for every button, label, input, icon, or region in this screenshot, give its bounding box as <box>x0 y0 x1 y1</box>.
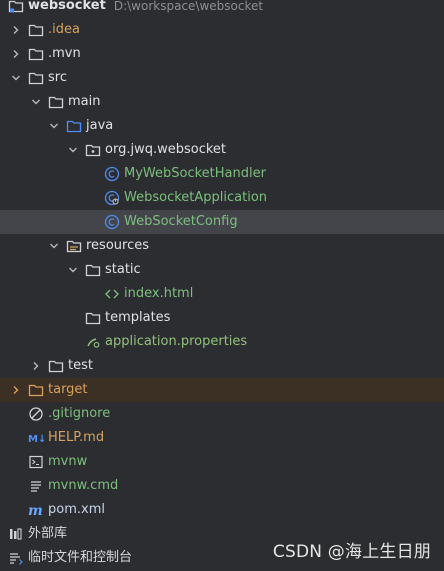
tree-item-label: MyWebSocketHandler <box>124 166 266 181</box>
tree-row-class-handler[interactable]: MyWebSocketHandler <box>0 162 444 186</box>
tree-item-label: .idea <box>48 22 80 37</box>
folder-icon <box>48 94 64 110</box>
tree-item-label: WebsocketApplication <box>124 190 268 205</box>
tree-row-idea[interactable]: .idea <box>0 18 444 42</box>
chevron-down-icon[interactable] <box>65 262 81 278</box>
tree-row-mvnw[interactable]: mvnw <box>0 450 444 474</box>
tree-row-class-config[interactable]: WebSocketConfig <box>0 210 444 234</box>
resources-folder-icon <box>66 238 82 254</box>
tree-item-label: java <box>86 118 114 133</box>
tree-item-label: src <box>48 70 67 85</box>
tree-item-label: resources <box>86 238 150 253</box>
watermark-text: CSDN @海上生日朋 <box>272 542 431 562</box>
tree-item-label: main <box>68 94 101 109</box>
tree-row-class-application[interactable]: WebsocketApplication <box>0 186 444 210</box>
folder-icon <box>28 70 44 86</box>
chevron-down-icon[interactable] <box>8 70 24 86</box>
tree-row-properties[interactable]: application.properties <box>0 330 444 354</box>
tree-item-label: mvnw <box>48 454 88 469</box>
svg-text:M↓: M↓ <box>28 434 46 445</box>
tree-item-label: .mvn <box>48 46 81 61</box>
tree-row-gitignore[interactable]: .gitignore <box>0 402 444 426</box>
tree-row-package[interactable]: org.jwq.websocket <box>0 138 444 162</box>
tree-row-resources[interactable]: resources <box>0 234 444 258</box>
project-path: D:\workspace\websocket <box>113 0 264 13</box>
excluded-folder-icon <box>28 382 44 398</box>
tree-row-mvnwcmd[interactable]: mvnw.cmd <box>0 474 444 498</box>
folder-icon <box>85 262 101 278</box>
tree-item-label: test <box>68 358 93 373</box>
spring-app-class-icon <box>104 190 120 206</box>
folder-icon <box>48 358 64 374</box>
project-name: websocket <box>28 0 106 13</box>
chevron-down-icon[interactable] <box>65 142 81 158</box>
tree-item-label: index.html <box>124 286 194 301</box>
tree-row-main[interactable]: main <box>0 90 444 114</box>
chevron-right-icon[interactable] <box>8 382 24 398</box>
java-class-icon <box>104 214 120 230</box>
tree-row-static[interactable]: static <box>0 258 444 282</box>
tree-item-label: pom.xml <box>48 502 105 517</box>
tree-item-label: static <box>105 262 141 277</box>
tree-item-label: 临时文件和控制台 <box>28 550 133 565</box>
chevron-down-icon[interactable] <box>28 94 44 110</box>
tree-row-target[interactable]: target <box>0 378 444 402</box>
html-file-icon <box>104 286 120 302</box>
tree-row-test[interactable]: test <box>0 354 444 378</box>
chevron-down-icon[interactable] <box>46 238 62 254</box>
maven-icon: m <box>28 502 44 518</box>
java-class-icon <box>104 166 120 182</box>
tree-item-label: mvnw.cmd <box>48 478 119 493</box>
library-icon <box>8 526 24 542</box>
chevron-right-icon[interactable] <box>8 22 24 38</box>
tree-row-src[interactable]: src <box>0 66 444 90</box>
tree-item-label: org.jwq.websocket <box>105 142 226 157</box>
folder-icon <box>85 310 101 326</box>
svg-text:m: m <box>28 503 43 518</box>
tree-row-java[interactable]: java <box>0 114 444 138</box>
project-folder-icon <box>8 0 24 14</box>
shell-script-icon <box>28 454 44 470</box>
tree-item-label: HELP.md <box>48 430 105 445</box>
project-tree: websocket D:\workspace\websocket .idea .… <box>0 0 444 570</box>
tree-item-label: WebSocketConfig <box>124 214 238 229</box>
tree-row-templates[interactable]: templates <box>0 306 444 330</box>
text-file-icon <box>28 478 44 494</box>
tree-item-label: target <box>48 382 88 397</box>
markdown-file-icon: M↓ <box>28 430 48 446</box>
tree-row-mvn[interactable]: .mvn <box>0 42 444 66</box>
chevron-right-icon[interactable] <box>8 46 24 62</box>
scratch-console-icon <box>8 550 24 566</box>
tree-row-help[interactable]: M↓ HELP.md <box>0 426 444 450</box>
tree-row-project[interactable]: websocket D:\workspace\websocket <box>0 0 444 18</box>
folder-icon <box>28 22 44 38</box>
tree-item-label: .gitignore <box>48 406 111 421</box>
tree-item-label: templates <box>105 310 171 325</box>
tree-item-label: 外部库 <box>28 526 68 541</box>
chevron-right-icon[interactable] <box>28 358 44 374</box>
tree-row-index[interactable]: index.html <box>0 282 444 306</box>
source-folder-icon <box>66 118 82 134</box>
tree-item-label: application.properties <box>105 334 248 349</box>
ignore-file-icon <box>28 406 44 422</box>
package-icon <box>85 142 101 158</box>
properties-file-icon <box>85 334 101 350</box>
tree-row-pom[interactable]: m pom.xml <box>0 498 444 522</box>
folder-icon <box>28 46 44 62</box>
chevron-down-icon[interactable] <box>46 118 62 134</box>
